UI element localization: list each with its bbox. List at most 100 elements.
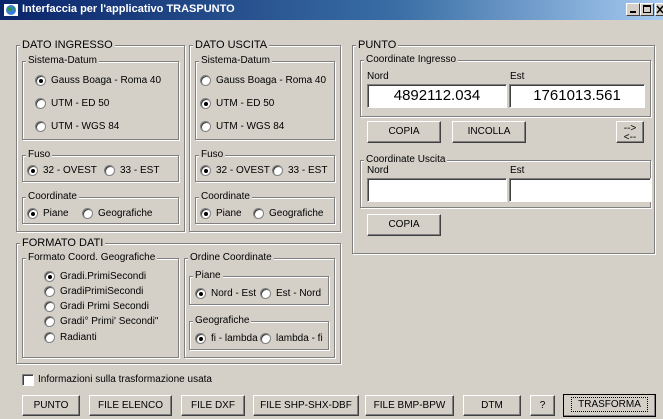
uscita-fuso-legend: Fuso [199,149,226,160]
copia-ingresso-button[interactable]: COPIA [367,121,441,143]
radio-label: Radianti [60,331,97,343]
ingresso-sistema-datum-legend: Sistema-Datum [26,55,99,66]
radio-label: 32 - OVEST [216,164,270,176]
maximize-button[interactable] [640,3,654,16]
radio-button[interactable] [44,331,55,343]
radio-button[interactable] [104,164,115,176]
radio-button[interactable] [35,97,46,109]
trasforma-label: TRASFORMA [571,397,648,412]
radio-button[interactable] [260,287,271,299]
radio-button[interactable] [195,287,206,299]
radio-button[interactable] [260,332,271,344]
minimize-button[interactable] [626,3,640,16]
radio-label: UTM - ED 50 [216,97,275,109]
ordine-radio-est-nord[interactable]: Est - Nord [260,286,321,300]
radio-label: UTM - WGS 84 [51,120,120,132]
radio-button[interactable] [200,74,211,86]
uscita-radio-32-ovest[interactable]: 32 - OVEST [200,163,270,177]
radio-button[interactable] [200,120,211,132]
close-button[interactable] [655,3,663,16]
radio-button[interactable] [35,74,46,86]
radio-label: UTM - ED 50 [51,97,110,109]
ingresso-radio-utm-wgs84[interactable]: UTM - WGS 84 [35,119,119,133]
punto-button[interactable]: PUNTO [22,395,80,416]
arrow-left-label: <-- [623,132,637,143]
help-button[interactable]: ? [530,395,555,416]
formato-dati-legend: FORMATO DATI [20,237,106,249]
radio-label: Piane [216,207,242,219]
uscita-radio-utm-wgs84[interactable]: UTM - WGS 84 [200,119,284,133]
formato-radio-gradi-punto[interactable]: Gradi.PrimiSecondi [44,269,146,283]
radio-label: UTM - WGS 84 [216,120,285,132]
ordine-coordinate-legend: Ordine Coordinate [188,252,274,263]
radio-label: GradiPrimiSecondi [60,285,144,297]
radio-button[interactable] [35,120,46,132]
ingresso-radio-33-est[interactable]: 33 - EST [104,163,159,177]
radio-label: 32 - OVEST [43,164,97,176]
copia-uscita-button[interactable]: COPIA [367,214,441,236]
file-shp-button[interactable]: FILE SHP-SHX-DBF [253,395,359,416]
ingresso-nord-field[interactable]: 4892112.034 [367,84,507,108]
uscita-est-field[interactable] [509,178,651,202]
radio-button[interactable] [82,207,93,219]
radio-label: Nord - Est [211,287,257,299]
coordinate-uscita-legend: Coordinate Uscita [364,154,448,165]
ingresso-radio-geografiche[interactable]: Geografiche [82,206,152,220]
radio-button[interactable] [44,315,55,327]
uscita-radio-geografiche[interactable]: Geografiche [253,206,323,220]
formato-radio-gradi-simboli[interactable]: Gradi° Primi' Secondi" [44,314,158,328]
radio-button[interactable] [253,207,264,219]
radio-label: lambda - fi [276,332,323,344]
ingresso-radio-32-ovest[interactable]: 32 - OVEST [27,163,97,177]
radio-button[interactable] [272,164,283,176]
radio-button[interactable] [200,164,211,176]
uscita-radio-gauss-boaga[interactable]: Gauss Boaga - Roma 40 [200,73,326,87]
uscita-radio-33-est[interactable]: 33 - EST [272,163,327,177]
ingresso-radio-gauss-boaga[interactable]: Gauss Boaga - Roma 40 [35,73,161,87]
uscita-radio-utm-ed50[interactable]: UTM - ED 50 [200,96,274,110]
radio-button[interactable] [27,164,38,176]
info-trasformazione-checkbox[interactable] [22,374,34,386]
uscita-nord-label: Nord [367,165,389,176]
incolla-button[interactable]: INCOLLA [452,121,526,143]
file-bmp-button[interactable]: FILE BMP-BPW [365,395,454,416]
radio-button[interactable] [27,207,38,219]
radio-label: Geografiche [269,207,324,219]
radio-label: Piane [43,207,69,219]
formato-radio-radianti[interactable]: Radianti [44,330,97,344]
title-bar[interactable]: Interfaccia per l'applicativo TRASPUNTO [0,0,663,20]
formato-radio-gradi-spazi[interactable]: Gradi Primi Secondi [44,299,149,313]
formato-geo-legend: Formato Coord. Geografiche [26,252,158,263]
ordine-radio-lambda-fi[interactable]: lambda - fi [260,331,323,345]
radio-button[interactable] [44,270,55,282]
ingresso-radio-piane[interactable]: Piane [27,206,69,220]
radio-label: fi - lambda [211,332,258,344]
radio-label: Gauss Boaga - Roma 40 [216,74,327,86]
uscita-nord-field[interactable] [367,178,507,202]
radio-button[interactable] [195,332,206,344]
trasforma-button[interactable]: TRASFORMA [563,394,656,417]
window-title: Interfaccia per l'applicativo TRASPUNTO [22,3,235,15]
swap-coordinates-button[interactable]: --> <-- [616,121,644,143]
ordine-geografiche-legend: Geografiche [193,315,252,326]
radio-label: Geografiche [98,207,153,219]
ordine-radio-nord-est[interactable]: Nord - Est [195,286,256,300]
ingresso-est-field[interactable]: 1761013.561 [509,84,645,108]
radio-label: Gradi° Primi' Secondi" [60,315,159,327]
radio-button[interactable] [200,207,211,219]
radio-button[interactable] [44,285,55,297]
ordine-radio-fi-lambda[interactable]: fi - lambda [195,331,258,345]
radio-button[interactable] [44,300,55,312]
file-dxf-button[interactable]: FILE DXF [181,395,245,416]
dtm-button[interactable]: DTM [463,395,521,416]
ingresso-radio-utm-ed50[interactable]: UTM - ED 50 [35,96,109,110]
coordinate-ingresso-legend: Coordinate Ingresso [364,54,459,65]
uscita-coordinate-legend: Coordinate [199,191,252,202]
ordine-piane-legend: Piane [193,270,223,281]
file-elenco-button[interactable]: FILE ELENCO [89,395,172,416]
uscita-radio-piane[interactable]: Piane [200,206,242,220]
dato-uscita-legend: DATO USCITA [193,39,270,51]
formato-radio-gradi-unito[interactable]: GradiPrimiSecondi [44,284,143,298]
radio-button[interactable] [200,97,211,109]
punto-legend: PUNTO [356,39,399,51]
